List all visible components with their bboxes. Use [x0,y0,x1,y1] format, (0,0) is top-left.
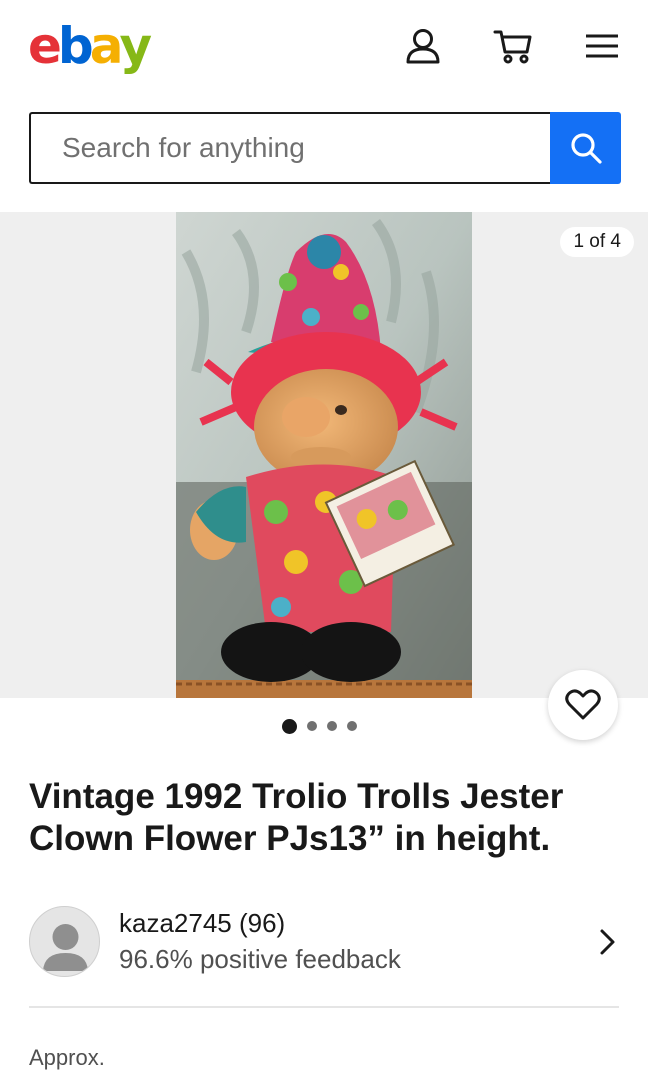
logo-letter-y: y [119,17,152,75]
search-icon [570,133,602,164]
seller-name[interactable]: kaza2745 (96) [119,908,285,939]
image-counter: 1 of 4 [560,227,634,257]
listing-title: Vintage 1992 Trolio Trolls Jester Clown … [29,777,564,858]
account-icon [406,29,440,64]
search-input[interactable] [31,114,551,182]
pagination-dot-4[interactable] [347,721,357,731]
header: ebay [0,0,648,100]
price-approx-label: Approx. [29,1045,105,1070]
pagination-dot-2[interactable] [307,721,317,731]
person-icon [43,924,88,971]
avatar [29,906,100,977]
pagination-dot-1[interactable] [282,718,297,734]
seller-feedback: 96.6% positive feedback [119,944,401,974]
account-button[interactable] [403,26,443,66]
search-field [29,112,551,184]
seller-info[interactable]: kaza2745 (96) 96.6% positive feedback [29,904,621,978]
cart-icon [493,30,532,64]
gallery-pagination [282,718,357,734]
search-bar [29,112,621,184]
divider [29,1006,619,1008]
search-button[interactable] [550,112,621,184]
logo-letter-b: b [57,17,94,75]
ebay-logo[interactable]: ebay [28,17,152,75]
heart-icon [565,689,601,720]
logo-letter-e: e [28,17,62,75]
logo-letter-a: a [89,17,124,75]
product-photo[interactable] [176,212,472,698]
menu-button[interactable] [582,26,622,66]
pagination-dot-3[interactable] [327,721,337,731]
cart-button[interactable] [493,26,533,66]
chevron-right-icon[interactable] [599,928,617,956]
image-gallery[interactable]: 1 of 4 [0,212,648,698]
menu-icon [586,34,618,58]
watch-button[interactable] [548,670,618,740]
